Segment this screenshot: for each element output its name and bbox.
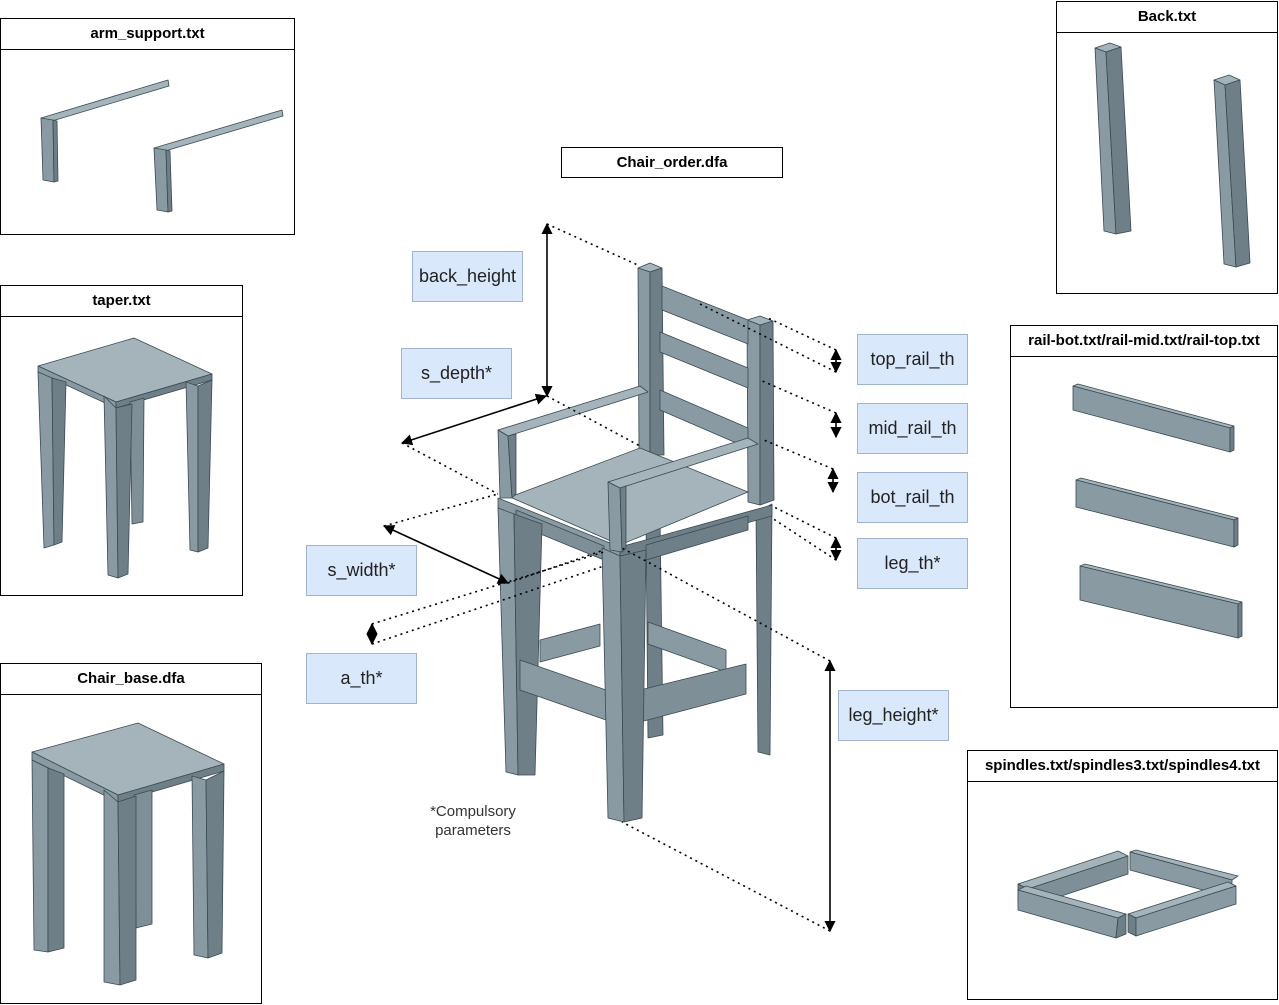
param-leg-height: leg_height* — [838, 690, 949, 741]
param-top-rail-th: top_rail_th — [857, 334, 968, 385]
panel-arm-support: arm_support.txt — [0, 18, 295, 235]
compulsory-note: *Compulsory parameters — [408, 802, 538, 840]
panel-title-spindles: spindles.txt/spindles3.txt/spindles4.txt — [968, 751, 1277, 782]
panel-spindles: spindles.txt/spindles3.txt/spindles4.txt — [967, 750, 1278, 1000]
param-bot-rail-th: bot_rail_th — [857, 472, 968, 523]
param-a-th: a_th* — [306, 653, 417, 704]
panel-back: Back.txt — [1056, 1, 1278, 294]
param-back-height: back_height — [412, 251, 523, 302]
panel-title-taper: taper.txt — [1, 286, 242, 317]
panel-title-chair-base: Chair_base.dfa — [1, 664, 261, 695]
panel-taper: taper.txt — [0, 285, 243, 596]
chair-order-model — [497, 262, 775, 823]
param-s-depth: s_depth* — [401, 348, 512, 399]
note-line-1: *Compulsory — [430, 803, 516, 820]
panel-chair-base: Chair_base.dfa — [0, 663, 262, 1004]
param-mid-rail-th: mid_rail_th — [857, 403, 968, 454]
panel-title-back: Back.txt — [1057, 2, 1277, 33]
param-leg-th: leg_th* — [857, 538, 968, 589]
main-title: Chair_order.dfa — [561, 147, 783, 178]
param-s-width: s_width* — [306, 545, 417, 596]
panel-rails: rail-bot.txt/rail-mid.txt/rail-top.txt — [1010, 325, 1278, 708]
note-line-2: parameters — [435, 822, 511, 839]
panel-title-arm-support: arm_support.txt — [1, 19, 294, 50]
panel-title-rails: rail-bot.txt/rail-mid.txt/rail-top.txt — [1011, 326, 1277, 357]
